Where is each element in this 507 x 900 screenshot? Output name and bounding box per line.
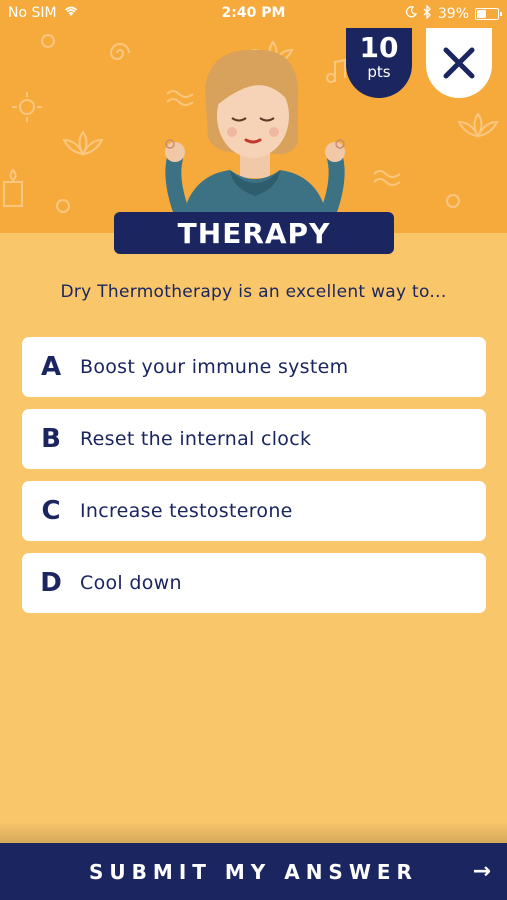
- arrow-right-icon: →: [472, 859, 491, 884]
- answer-option-d[interactable]: D Cool down: [22, 553, 486, 613]
- close-button[interactable]: [426, 28, 492, 98]
- moon-icon: [405, 6, 417, 22]
- answer-text: Reset the internal clock: [80, 428, 312, 450]
- answer-text: Cool down: [80, 572, 182, 594]
- battery-icon: [475, 8, 502, 20]
- battery-percent: 39%: [437, 6, 469, 22]
- close-icon: [443, 47, 475, 79]
- submit-answer-button[interactable]: SUBMIT MY ANSWER →: [0, 843, 507, 900]
- answer-letter: B: [41, 424, 61, 454]
- points-value: 10: [359, 31, 399, 64]
- circle-doodle-icon: [446, 194, 460, 208]
- swirl-doodle-icon: [109, 43, 130, 60]
- answer-text: Increase testosterone: [80, 500, 293, 522]
- answer-text: Boost your immune system: [80, 356, 349, 378]
- lotus-doodle-icon: [457, 112, 499, 138]
- answer-option-c[interactable]: C Increase testosterone: [22, 481, 486, 541]
- wave-doodle-icon: [373, 170, 401, 186]
- points-unit: pts: [367, 63, 391, 81]
- status-right: 39%: [405, 4, 502, 23]
- answer-option-a[interactable]: A Boost your immune system: [22, 337, 486, 397]
- answer-letter: A: [40, 352, 62, 382]
- answer-list: A Boost your immune system B Reset the i…: [22, 337, 486, 625]
- answer-option-b[interactable]: B Reset the internal clock: [22, 409, 486, 469]
- bluetooth-icon: [423, 4, 432, 23]
- points-badge: 10 pts: [346, 28, 412, 98]
- sun-doodle-icon: [12, 92, 42, 122]
- lotus-doodle-icon: [62, 130, 104, 156]
- answer-letter: D: [40, 568, 62, 598]
- circle-doodle-icon: [56, 199, 70, 213]
- category-label: THERAPY: [177, 216, 331, 250]
- meditating-woman-illustration: [165, 49, 345, 233]
- question-text: Dry Thermotherapy is an excellent way to…: [60, 282, 447, 302]
- candle-doodle-icon: [3, 168, 23, 207]
- footer-shadow: [0, 822, 507, 843]
- submit-label: SUBMIT MY ANSWER: [89, 859, 418, 884]
- circle-doodle-icon: [41, 34, 55, 48]
- status-bar: No SIM 2:40 PM 39%: [0, 0, 507, 28]
- answer-letter: C: [41, 496, 61, 526]
- battery-fill: [477, 10, 486, 18]
- category-banner: THERAPY: [114, 212, 394, 254]
